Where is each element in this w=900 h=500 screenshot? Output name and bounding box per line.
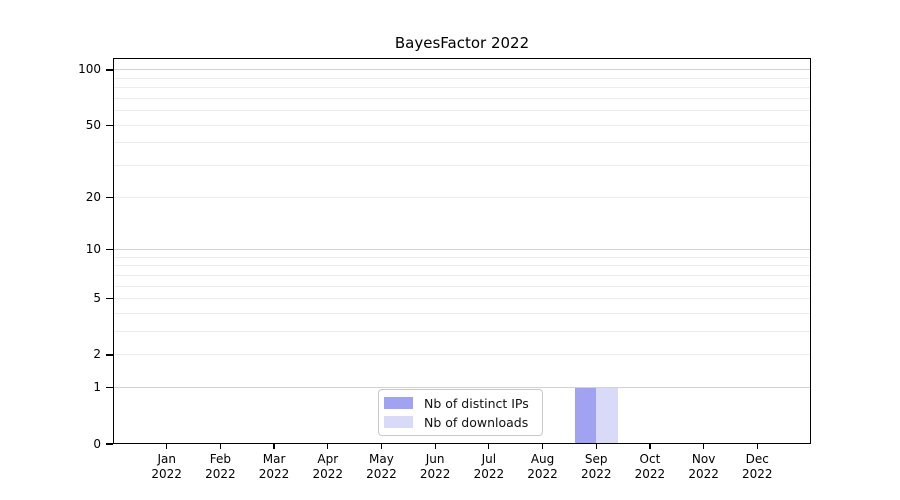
y-minor-gridline — [113, 265, 811, 266]
y-tick-label: 1 — [51, 380, 101, 395]
legend-item-downloads: Nb of downloads — [384, 415, 542, 430]
y-minor-gridline — [113, 313, 811, 314]
y-major-gridline — [113, 69, 811, 70]
bar-nb-of-downloads — [596, 388, 617, 444]
legend-swatch-downloads — [384, 416, 413, 428]
x-tick-mark — [757, 444, 758, 449]
legend-item-distinct-ips: Nb of distinct IPs — [384, 396, 542, 411]
y-minor-gridline — [113, 125, 811, 126]
y-tick-mark — [106, 298, 113, 299]
y-minor-gridline — [113, 331, 811, 332]
x-tick-mark — [435, 444, 436, 449]
y-tick-mark — [106, 354, 113, 355]
y-minor-gridline — [113, 87, 811, 88]
y-tick-label: 50 — [51, 118, 101, 133]
y-tick-mark — [106, 69, 113, 70]
x-tick-mark — [703, 444, 704, 449]
plot-frame — [113, 58, 811, 444]
x-tick-mark — [166, 444, 167, 449]
y-minor-gridline — [113, 275, 811, 276]
x-tick-mark — [542, 444, 543, 449]
x-tick-mark — [596, 444, 597, 449]
y-tick-label: 5 — [51, 291, 101, 306]
x-tick-mark — [273, 444, 274, 449]
y-tick-mark — [106, 197, 113, 198]
y-minor-gridline — [113, 165, 811, 166]
y-tick-mark — [106, 125, 113, 126]
y-tick-mark — [106, 443, 113, 444]
plot-area: 0125102050100Jan 2022Feb 2022Mar 2022Apr… — [113, 58, 811, 444]
x-tick-mark — [327, 444, 328, 449]
y-minor-gridline — [113, 286, 811, 287]
y-minor-gridline — [113, 354, 811, 355]
y-tick-label: 2 — [51, 347, 101, 362]
legend-label-distinct-ips: Nb of distinct IPs — [424, 396, 529, 411]
y-minor-gridline — [113, 78, 811, 79]
y-minor-gridline — [113, 257, 811, 258]
x-tick-mark — [488, 444, 489, 449]
y-minor-gridline — [113, 142, 811, 143]
y-tick-label: 10 — [51, 242, 101, 257]
x-tick-mark — [220, 444, 221, 449]
bar-nb-of-distinct-ips — [575, 388, 596, 444]
y-tick-label: 20 — [51, 190, 101, 205]
x-tick-mark — [381, 444, 382, 449]
y-minor-gridline — [113, 197, 811, 198]
y-tick-label: 100 — [51, 62, 101, 77]
figure: BayesFactor 2022 0125102050100Jan 2022Fe… — [0, 0, 900, 500]
legend-swatch-distinct-ips — [384, 397, 413, 409]
y-tick-label: 0 — [51, 437, 101, 452]
y-minor-gridline — [113, 98, 811, 99]
x-tick-label: Dec 2022 — [725, 452, 789, 482]
y-tick-mark — [106, 249, 113, 250]
chart-title: BayesFactor 2022 — [113, 34, 811, 52]
legend: Nb of distinct IPs Nb of downloads — [378, 389, 543, 436]
y-minor-gridline — [113, 298, 811, 299]
y-minor-gridline — [113, 110, 811, 111]
y-tick-mark — [106, 387, 113, 388]
y-major-gridline — [113, 249, 811, 250]
x-tick-mark — [649, 444, 650, 449]
legend-label-downloads: Nb of downloads — [424, 415, 528, 430]
